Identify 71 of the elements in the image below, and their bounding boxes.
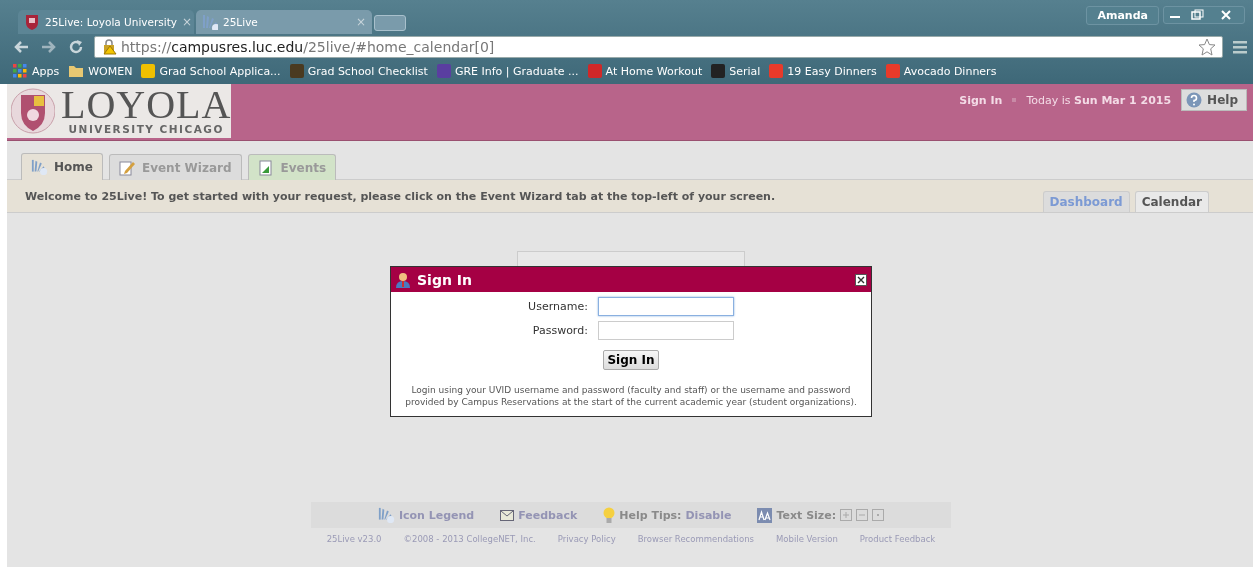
sign-in-button[interactable]: Sign In [603, 350, 659, 370]
site-icon [289, 64, 304, 78]
text-size-icon [757, 507, 773, 523]
site-icon [141, 64, 156, 78]
profile-button[interactable]: Amanda [1086, 6, 1159, 25]
tab-title: 25Live: Loyola University [45, 16, 178, 28]
envelope-icon [500, 509, 515, 521]
bookmark[interactable]: Grad School Applica... [141, 64, 281, 78]
site-icon [436, 64, 451, 78]
rays-icon [31, 159, 48, 175]
bookmark[interactable]: 19 Easy Dinners [769, 64, 877, 78]
lock-warning-icon [101, 39, 117, 55]
browser-tab[interactable]: 25Live × [196, 10, 372, 34]
input-field[interactable] [597, 297, 734, 316]
forward-arrow-icon[interactable] [40, 39, 58, 55]
footer-link[interactable]: Mobile Version [776, 534, 838, 544]
new-tab-button[interactable] [374, 15, 406, 31]
bookmark[interactable]: Serial [711, 64, 761, 78]
logo-subtitle: UNIVERSITY CHICAGO [68, 123, 224, 135]
sign-in-link[interactable]: Sign In [959, 93, 1003, 107]
menu-icon[interactable] [1233, 39, 1247, 55]
text-size-label: Text Size: [776, 508, 837, 522]
crest-drawing [11, 87, 55, 135]
document-icon [257, 159, 275, 176]
site-icon [885, 64, 900, 78]
rays-icon [202, 14, 218, 30]
today-date: Today is Sun Mar 1 2015 [1026, 93, 1172, 107]
browser-tab[interactable]: 25Live: Loyola University × [18, 10, 194, 34]
input-field[interactable] [597, 321, 734, 340]
footer-link[interactable]: Privacy Policy [557, 534, 616, 544]
lightbulb-icon [603, 506, 616, 524]
question-icon [1186, 92, 1203, 108]
tab[interactable]: Calendar [1134, 191, 1209, 212]
field-label: Password: [532, 324, 588, 337]
tab[interactable]: Home [21, 153, 103, 180]
close-icon[interactable] [855, 273, 867, 286]
star-icon[interactable] [1198, 38, 1216, 56]
bookmark[interactable]: Apps [12, 63, 60, 79]
site-icon [769, 64, 784, 78]
bookmark[interactable]: At Home Workout [587, 64, 703, 78]
copyright-text: ©2008 - 2013 CollegeNET, Inc. [403, 534, 536, 544]
bookmark[interactable]: Grad School Checklist [289, 64, 428, 78]
grid-icon [12, 63, 28, 79]
version-text: 25Live v23.0 [326, 534, 382, 544]
site-icon [587, 64, 602, 78]
reset-size-icon[interactable] [872, 509, 885, 521]
back-arrow-icon[interactable] [12, 39, 30, 55]
field-label: Username: [528, 300, 588, 313]
welcome-message: Welcome to 25Live! To get started with your request, please click on the Event Wizard tab at the top-left of your screen. [25, 189, 776, 203]
rays-icon [377, 507, 395, 523]
tab-title: 25Live [223, 16, 259, 28]
address-field[interactable]: https://campusres.luc.edu/25live/#home_calendar[0] [94, 36, 1223, 58]
logo-name: LOYOLA [61, 87, 232, 123]
pencil-icon [118, 159, 136, 176]
shield-icon [24, 14, 40, 30]
footer-link[interactable]: Product Feedback [859, 534, 936, 544]
help-tips-label: Help Tips: [619, 508, 682, 522]
footer-link[interactable]: Browser Recommendations [637, 534, 754, 544]
help-button[interactable]: Help [1181, 89, 1247, 111]
site-icon [711, 64, 726, 78]
bookmark[interactable]: Avocado Dinners [885, 64, 997, 78]
person-icon [395, 271, 411, 288]
folder-icon [68, 64, 85, 78]
close-icon[interactable]: × [182, 15, 193, 29]
login-instructions: Login using your UVID username and password (faculty and staff) or the username and password provided by Campus Reservations at the start of the current academic year (student organizations). [404, 384, 858, 409]
bookmark[interactable]: GRE Info | Graduate ... [436, 64, 579, 78]
dialog-title: Sign In [417, 271, 472, 288]
reload-icon[interactable] [68, 39, 84, 55]
zoom-out-icon[interactable] [856, 509, 869, 521]
bookmark[interactable]: WOMEN [68, 64, 133, 78]
zoom-in-icon[interactable] [840, 509, 853, 521]
